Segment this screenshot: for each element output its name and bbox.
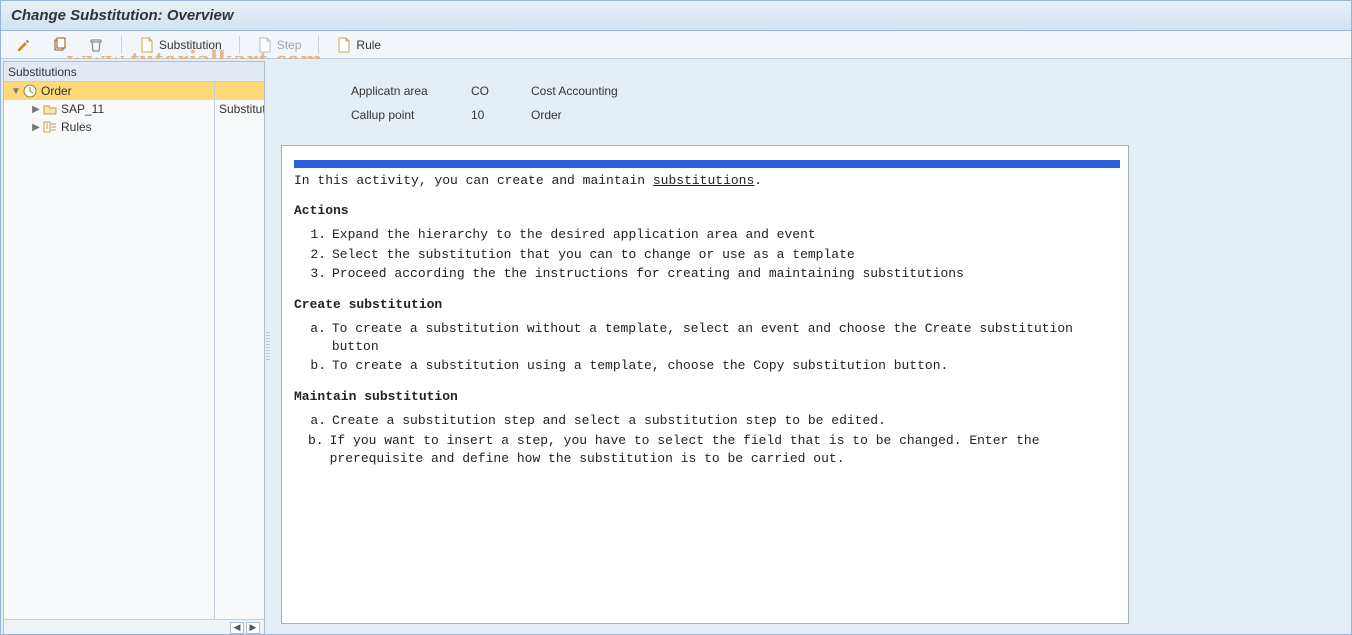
rules-icon [42,120,58,134]
new-substitution-button[interactable]: Substitution [132,34,229,56]
applicatn-desc: Cost Accounting [531,84,618,98]
callup-label: Callup point [351,108,471,122]
content-area: Applicatn area CO Cost Accounting Callup… [271,59,1351,634]
doc-create-list: a.To create a substitution without a tem… [308,319,1120,376]
scroll-right-icon[interactable]: ▶ [246,622,260,634]
page-title: Change Substitution: Overview [11,7,234,24]
doc-frame: In this activity, you can create and mai… [281,145,1129,624]
toolbar-sep-2 [239,36,240,54]
list-item: 3.Proceed according the the instructions… [308,264,1120,284]
callup-desc: Order [531,108,562,122]
toggle-display-button[interactable] [9,34,39,56]
pencil-glasses-icon [16,37,32,53]
doc-content[interactable]: In this activity, you can create and mai… [282,146,1128,623]
tree-header: Substitutions [4,62,264,82]
tree-item-label: SAP_11 [61,102,104,116]
applicatn-code: CO [471,84,531,98]
tree-horizontal-scroll[interactable]: ◀ ▶ [4,619,264,634]
list-item: a.To create a substitution without a tem… [308,319,1120,356]
copy-button[interactable] [45,34,75,56]
form-row-applicatn: Applicatn area CO Cost Accounting [351,81,1119,101]
tree-item-order[interactable]: ▼ Order [4,82,264,100]
splitter-grip-icon [266,332,270,362]
new-step-label: Step [277,38,302,52]
delete-button[interactable] [81,34,111,56]
tree-item-sap11[interactable]: ▶ SAP_11 [4,100,264,118]
toolbar-sep-1 [121,36,122,54]
tree-item-label: Rules [61,120,92,134]
body-area: Substitutions ▼ Order ▶ SAP_11 [1,59,1351,634]
doc-h-actions: Actions [294,202,1120,220]
new-rule-button[interactable]: Rule [329,34,388,56]
doc-h-create: Create substitution [294,296,1120,314]
new-page-icon [336,37,352,53]
list-item: 2.Select the substitution that you can t… [308,245,1120,265]
scroll-left-icon[interactable]: ◀ [230,622,244,634]
applicatn-label: Applicatn area [351,84,471,98]
list-item: a.Create a substitution step and select … [308,411,1120,431]
tree-item-label: Order [41,84,72,98]
doc-maintain-list: a.Create a substitution step and select … [308,411,1120,468]
toolbar: Substitution Step Rule [1,31,1351,59]
expander-icon[interactable]: ▶ [30,122,42,133]
copy-icon [52,37,68,53]
form-area: Applicatn area CO Cost Accounting Callup… [271,63,1131,141]
toolbar-sep-3 [318,36,319,54]
tree-panel: Substitutions ▼ Order ▶ SAP_11 [3,61,265,634]
doc-intro: In this activity, you can create and mai… [294,172,1120,190]
doc-actions-list: 1.Expand the hierarchy to the desired ap… [308,225,1120,284]
list-item: 1.Expand the hierarchy to the desired ap… [308,225,1120,245]
folder-icon [42,102,58,116]
app-window: Change Substitution: Overview Substituti… [0,0,1352,635]
splitter[interactable] [265,59,271,634]
substitutions-link[interactable]: substitutions [653,173,754,188]
title-bar: Change Substitution: Overview [1,1,1351,31]
list-item: b.If you want to insert a step, you have… [308,431,1120,468]
new-step-button[interactable]: Step [250,34,309,56]
doc-top-rule [294,160,1120,168]
list-item: b.To create a substitution using a templ… [308,356,1120,376]
expander-icon[interactable]: ▼ [10,86,22,97]
form-row-callup: Callup point 10 Order [351,105,1119,125]
expander-icon[interactable]: ▶ [30,104,42,115]
trash-icon [88,37,104,53]
callup-code: 10 [471,108,531,122]
new-page-icon [257,37,273,53]
tree-body[interactable]: ▼ Order ▶ SAP_11 ▶ [4,82,264,619]
new-page-icon [139,37,155,53]
new-rule-label: Rule [356,38,381,52]
doc-h-maintain: Maintain substitution [294,388,1120,406]
tree-item-rules[interactable]: ▶ Rules [4,118,264,136]
clock-icon [22,84,38,98]
new-substitution-label: Substitution [159,38,222,52]
